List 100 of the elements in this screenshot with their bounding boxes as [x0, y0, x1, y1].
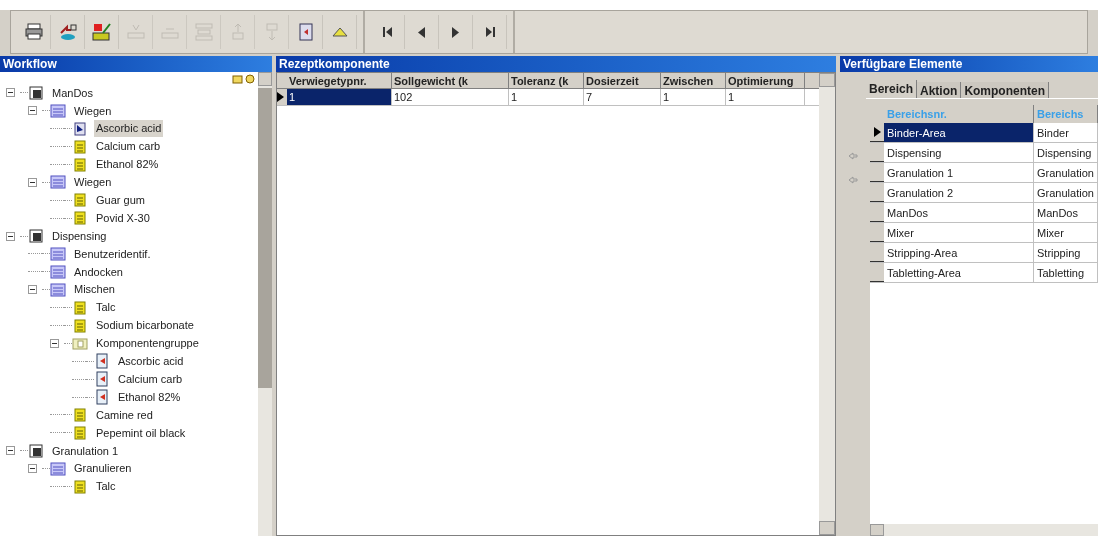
tree-item[interactable]: Ascorbic acid — [116, 353, 186, 370]
table-cell: Tabletting-Area — [884, 263, 1034, 282]
component-icon — [72, 299, 88, 316]
row-header[interactable] — [277, 89, 287, 105]
tree-item[interactable]: Talc — [94, 478, 118, 495]
edit-icon — [90, 21, 113, 43]
table-cell: Dispensing — [884, 143, 1034, 162]
list-icon — [50, 460, 66, 477]
collapse-toggle[interactable] — [6, 231, 15, 241]
collapse-toggle[interactable] — [28, 464, 37, 474]
table-cell: Granulation 1 — [884, 163, 1034, 182]
tab[interactable]: Aktion — [917, 82, 962, 98]
list-icon — [50, 102, 66, 119]
table-cell: Mixer — [884, 223, 1034, 242]
tree-item[interactable]: Mischen — [72, 281, 117, 298]
component-icon — [72, 138, 88, 155]
component-icon — [72, 317, 88, 334]
component-icon — [72, 478, 88, 495]
collapse-toggle[interactable] — [28, 177, 37, 187]
tree-item[interactable]: Calcium carb — [116, 370, 185, 388]
panel-title: Rezeptkomponente — [276, 56, 836, 72]
table-cell: Binder — [1034, 123, 1098, 142]
tree-item[interactable]: Wiegen — [72, 102, 114, 120]
tree-item[interactable]: Wiegen — [72, 174, 114, 191]
tree-item[interactable]: Granulation 1 — [50, 442, 121, 459]
tree-item[interactable]: Guar gum — [94, 192, 147, 209]
table-cell: Binder-Area — [884, 123, 1034, 142]
row-header[interactable] — [870, 143, 884, 162]
table-cell: 1 — [661, 89, 726, 105]
tree-item[interactable]: Camine red — [94, 406, 155, 424]
row-header[interactable] — [870, 203, 884, 222]
scrollbar[interactable] — [819, 73, 835, 535]
table-cell: 102 — [392, 89, 509, 105]
table-cell: ManDos — [884, 203, 1034, 222]
component-icon — [72, 192, 88, 209]
row-pointer-icon — [873, 127, 881, 137]
component-icon — [72, 210, 88, 227]
list-icon — [50, 174, 66, 191]
component-icon — [72, 424, 88, 441]
tab[interactable]: Komponenten — [961, 82, 1050, 98]
tree-item[interactable]: Ethanol 82% — [94, 156, 161, 173]
column-header[interactable]: Sollgewicht (k — [392, 73, 509, 88]
tree-item[interactable]: Andocken — [72, 263, 125, 281]
table-cell: Granulation — [1034, 163, 1098, 182]
table-cell: Tabletting — [1034, 263, 1098, 282]
collapse-toggle[interactable] — [50, 338, 59, 348]
folder-icon — [72, 335, 88, 352]
component-icon — [72, 406, 88, 423]
panel-title: Verfügbare Elemente — [840, 56, 1098, 72]
tree-item[interactable]: Dispensing — [50, 227, 109, 245]
area-icon — [28, 228, 44, 245]
tree-item[interactable]: Sodium bicarbonate — [94, 317, 196, 334]
row-header[interactable] — [870, 183, 884, 202]
table-cell: Dispensing — [1034, 143, 1098, 162]
area-icon — [28, 442, 44, 459]
table-cell: Granulation — [1034, 183, 1098, 202]
column-header[interactable]: Zwischen — [661, 73, 726, 88]
component-icon — [94, 371, 110, 388]
component-icon — [72, 120, 88, 137]
collapse-toggle[interactable] — [6, 88, 15, 98]
tree-item[interactable]: Talc — [94, 299, 118, 316]
collapse-toggle[interactable] — [6, 446, 15, 456]
row-header[interactable] — [870, 263, 884, 282]
next-icon — [452, 26, 459, 38]
collapse-toggle[interactable] — [28, 106, 37, 116]
table-cell: 1 — [726, 89, 805, 105]
scrollbar[interactable] — [870, 524, 1098, 536]
component-icon — [72, 156, 88, 173]
folder-icons[interactable] — [232, 74, 256, 84]
tree-item[interactable]: Ascorbic acid — [94, 120, 164, 137]
table-cell: Stripping — [1034, 243, 1098, 262]
tree-item[interactable]: Pepemint oil black — [94, 424, 188, 442]
list-icon — [50, 263, 66, 280]
printer-icon — [22, 21, 45, 43]
insert-row-icon — [192, 21, 215, 43]
component-icon — [94, 353, 110, 370]
table-cell: Stripping-Area — [884, 243, 1034, 262]
row-header[interactable] — [870, 243, 884, 262]
list-icon — [50, 245, 66, 262]
column-header[interactable]: Verwiegetypnr. — [287, 73, 392, 88]
area-icon — [28, 84, 44, 101]
tree-item[interactable]: ManDos — [50, 84, 95, 102]
column-header[interactable]: Optimierung — [726, 73, 805, 88]
tree-item[interactable]: Benutzeridentif. — [72, 245, 153, 263]
row-header[interactable] — [870, 223, 884, 242]
tree-item[interactable]: Povid X-30 — [94, 209, 152, 227]
tree-item[interactable]: Granulieren — [72, 460, 134, 477]
scrollbar[interactable] — [258, 72, 272, 536]
column-header[interactable]: Dosierzeit — [584, 73, 661, 88]
tree-item[interactable]: Ethanol 82% — [116, 388, 183, 406]
column-header[interactable]: Toleranz (k — [509, 73, 584, 88]
tree-item[interactable]: Calcium carb — [94, 138, 163, 155]
tree-item[interactable]: Komponentengruppe — [94, 335, 201, 352]
tab[interactable]: Bereich — [866, 80, 918, 98]
component-icon — [94, 389, 110, 406]
row-header[interactable] — [870, 163, 884, 182]
collapse-toggle[interactable] — [28, 285, 37, 295]
row-pointer-icon — [277, 92, 284, 102]
previous-icon — [418, 26, 425, 38]
list-icon — [50, 281, 66, 298]
